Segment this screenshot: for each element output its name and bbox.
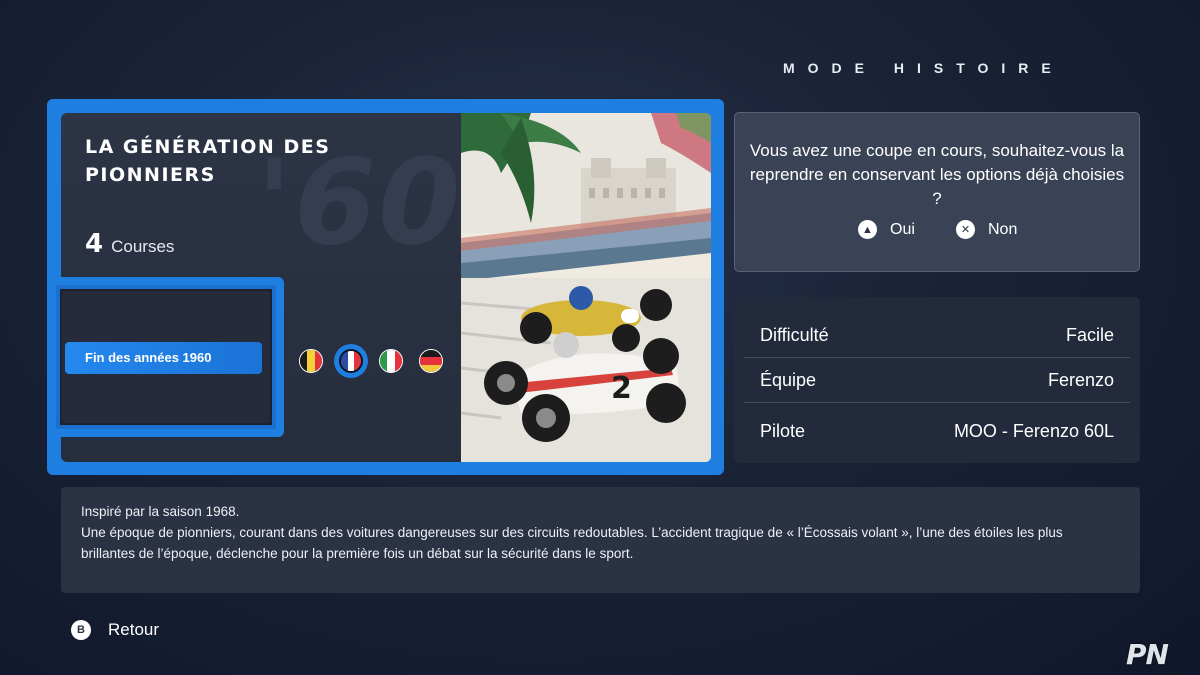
settings-panel: Difficulté Facile Équipe Ferenzo Pilote … bbox=[734, 297, 1140, 463]
race-count-label: Courses bbox=[111, 237, 175, 256]
race-count-number: 4 bbox=[85, 229, 104, 259]
setting-value: MOO - Ferenzo 60L bbox=[953, 420, 1114, 441]
race-count: 4 Courses bbox=[85, 229, 174, 259]
cross-button-icon: ✕ bbox=[956, 220, 975, 239]
circuit-flags bbox=[299, 344, 459, 378]
era-button[interactable]: Fin des années 1960 bbox=[65, 342, 262, 374]
card-title: LA GÉNÉRATION DES PIONNIERS bbox=[85, 136, 331, 186]
setting-value: Facile bbox=[1065, 325, 1114, 345]
back-button[interactable]: B Retour bbox=[71, 620, 159, 640]
setting-label: Difficulté bbox=[760, 325, 829, 345]
setting-value: Ferenzo bbox=[1047, 370, 1114, 390]
setting-row-driver: Pilote MOO - Ferenzo 60L bbox=[744, 409, 1130, 453]
resume-cup-dialog: Vous avez une coupe en cours, souhaitez-… bbox=[734, 112, 1140, 272]
selected-flag-ring[interactable] bbox=[334, 344, 368, 378]
description-body: Une époque de pionniers, courant dans de… bbox=[81, 525, 1063, 561]
b-button-icon: B bbox=[71, 620, 91, 640]
setting-label: Équipe bbox=[760, 370, 817, 390]
triangle-button-icon: ▲ bbox=[858, 220, 877, 239]
no-label: Non bbox=[988, 220, 1018, 238]
mode-title: MODE HISTOIRE bbox=[783, 60, 1064, 76]
setting-row-difficulty: Difficulté Facile bbox=[744, 314, 1130, 358]
setting-label: Pilote bbox=[760, 420, 806, 441]
france-flag[interactable] bbox=[339, 349, 363, 373]
no-option[interactable]: ✕ Non bbox=[956, 220, 1017, 239]
site-watermark-logo: PN bbox=[1126, 638, 1169, 671]
dialog-message: Vous avez une coupe en cours, souhaitez-… bbox=[749, 141, 1125, 208]
yes-option[interactable]: ▲ Oui bbox=[858, 220, 915, 239]
story-description: Inspiré par la saison 1968. Une époque d… bbox=[61, 487, 1140, 593]
svg-text:2: 2 bbox=[611, 371, 632, 406]
germany-flag[interactable] bbox=[419, 349, 443, 373]
yes-label: Oui bbox=[890, 220, 915, 238]
italy-flag[interactable] bbox=[379, 349, 403, 373]
belgium-flag[interactable] bbox=[299, 349, 323, 373]
back-label: Retour bbox=[108, 620, 160, 639]
race-car-illustration: 2 bbox=[461, 113, 711, 462]
race-artwork: 2 bbox=[461, 113, 711, 462]
setting-row-team: Équipe Ferenzo bbox=[744, 359, 1130, 403]
description-line: Inspiré par la saison 1968. bbox=[81, 504, 240, 519]
